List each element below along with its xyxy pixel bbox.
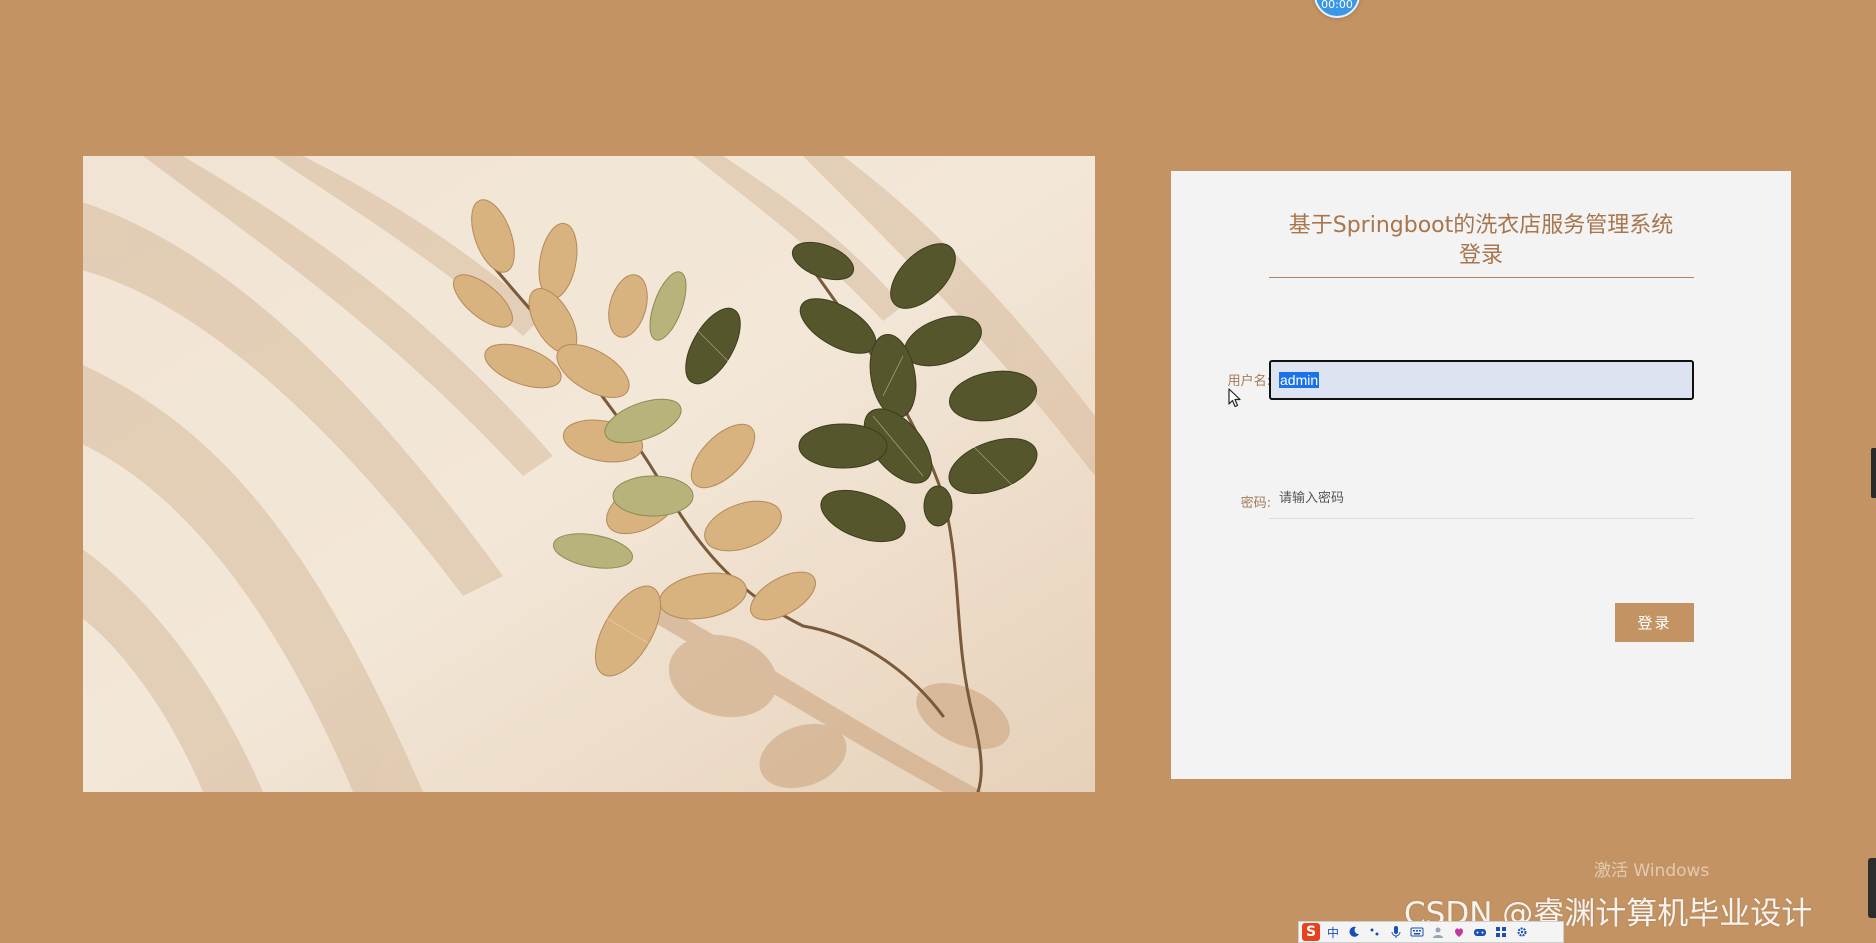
punctuation-icon[interactable]	[1367, 924, 1383, 940]
ime-mode-toggle[interactable]: 中	[1325, 924, 1341, 940]
timer-label: 00:00	[1321, 0, 1353, 11]
user-icon[interactable]	[1430, 924, 1446, 940]
username-value: admin	[1279, 372, 1320, 388]
login-title-action: 登录	[1458, 243, 1503, 268]
microphone-icon[interactable]	[1388, 924, 1404, 940]
ime-toolbar[interactable]: S 中	[1298, 921, 1564, 943]
login-title: 基于Springboot的洗衣店服务管理系统 登录	[1271, 211, 1691, 271]
activate-windows-watermark: 激活 Windows	[1594, 861, 1710, 881]
right-edge-side-panel[interactable]	[1868, 858, 1876, 918]
password-label: 密码:	[1240, 496, 1271, 511]
timer-badge[interactable]: 00:00	[1314, 0, 1360, 18]
login-card: 基于Springboot的洗衣店服务管理系统 登录 用户名: admin 密码:…	[1171, 171, 1791, 779]
login-title-system-name: 基于Springboot的洗衣店服务管理系统	[1288, 213, 1674, 238]
username-input[interactable]: admin	[1269, 360, 1694, 400]
login-button[interactable]: 登录	[1615, 603, 1694, 642]
mouse-cursor-icon	[1228, 388, 1241, 408]
right-edge-scroll-handle[interactable]	[1871, 448, 1876, 498]
username-label: 用户名:	[1227, 374, 1271, 389]
sogou-logo-icon[interactable]: S	[1302, 923, 1320, 941]
hero-leaf-image	[83, 156, 1095, 792]
settings-icon[interactable]	[1514, 924, 1530, 940]
moon-icon[interactable]	[1346, 924, 1362, 940]
skin-icon[interactable]	[1451, 924, 1467, 940]
game-icon[interactable]	[1472, 924, 1488, 940]
keyboard-icon[interactable]	[1409, 924, 1425, 940]
title-divider	[1269, 277, 1694, 278]
password-input[interactable]	[1269, 479, 1694, 519]
grid-icon[interactable]	[1493, 924, 1509, 940]
leaf-illustration	[83, 156, 1095, 792]
